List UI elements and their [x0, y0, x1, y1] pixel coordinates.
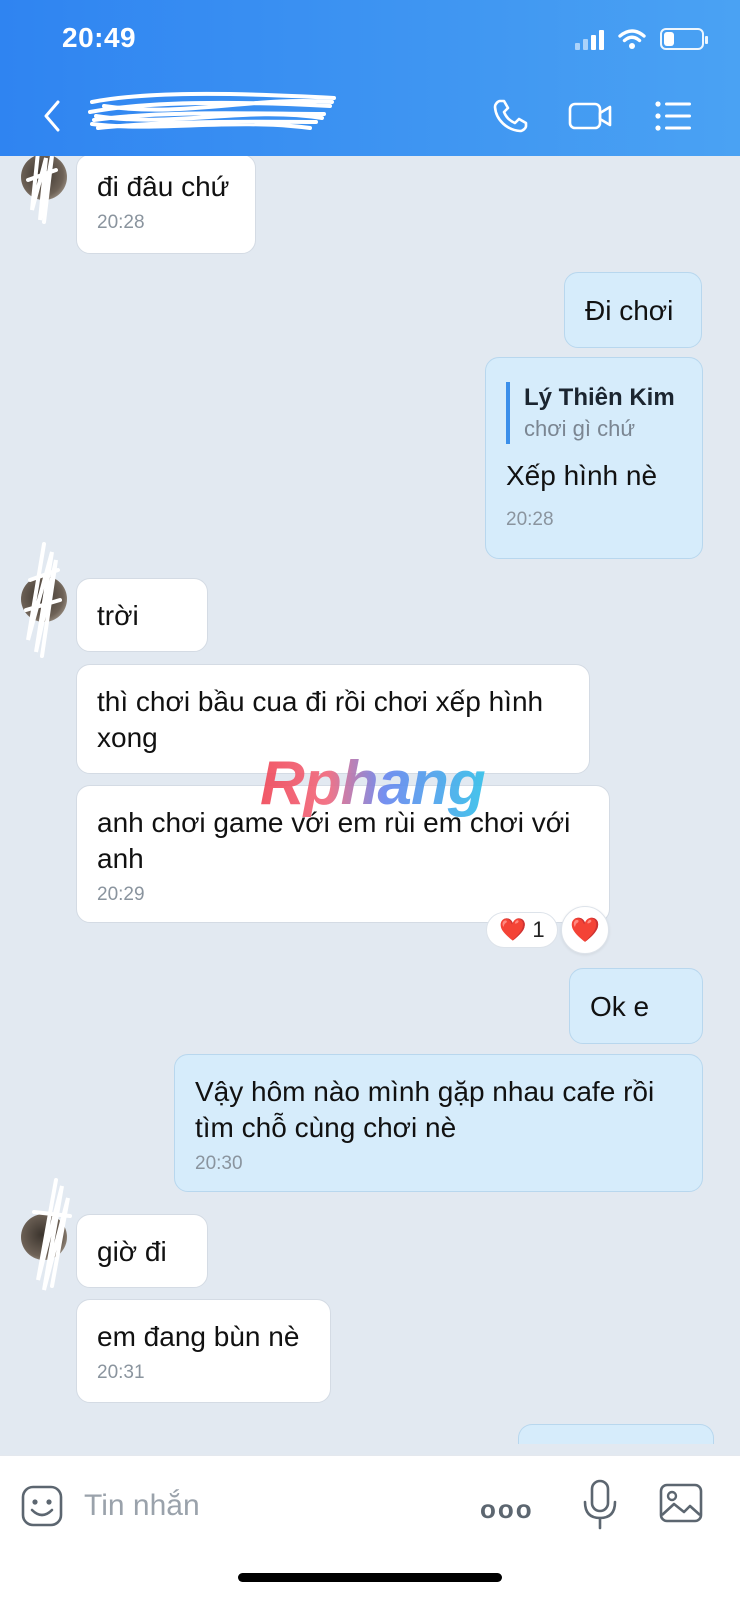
- quoted-text: chơi gì chứ: [524, 416, 636, 441]
- message-text: giờ đi: [97, 1236, 167, 1267]
- quoted-message[interactable]: Lý Thiên Kim chơi gì chứ: [506, 382, 682, 444]
- message-bubble-outgoing[interactable]: Đi chơi: [564, 272, 702, 348]
- menu-list-icon[interactable]: [652, 96, 696, 136]
- back-icon[interactable]: [36, 96, 72, 136]
- video-call-icon[interactable]: [568, 96, 612, 136]
- message-input[interactable]: [84, 1474, 444, 1538]
- image-icon[interactable]: [658, 1482, 704, 1526]
- message-bubble-incoming[interactable]: em đang bùn nè 20:31: [76, 1299, 331, 1403]
- message-time: 20:28: [506, 509, 554, 530]
- message-input-bar: ooo: [0, 1455, 740, 1600]
- react-button[interactable]: ❤️: [561, 906, 609, 954]
- message-text: trời: [97, 600, 139, 631]
- phone-icon[interactable]: [490, 96, 534, 136]
- message-time: 20:28: [97, 212, 145, 233]
- avatar-scribble: [24, 542, 62, 658]
- contact-name-redacted[interactable]: [84, 88, 344, 136]
- message-text: Xếp hình nè: [506, 460, 658, 491]
- status-time: 20:49: [62, 22, 137, 53]
- message-bubble-outgoing-partial[interactable]: [518, 1424, 714, 1444]
- message-text: Đi chơi: [585, 295, 674, 326]
- message-text: em đang bùn nè: [97, 1321, 300, 1352]
- battery-icon: [660, 28, 708, 50]
- watermark-logo: Rphang: [260, 749, 486, 818]
- microphone-icon[interactable]: [578, 1478, 622, 1534]
- message-text: Ok e: [590, 991, 650, 1022]
- message-time: 20:30: [195, 1153, 243, 1174]
- chat-header: 20:49: [0, 0, 740, 156]
- more-icon[interactable]: ooo: [480, 1494, 534, 1525]
- status-icons: [575, 26, 708, 52]
- heart-icon: ❤️: [499, 917, 527, 942]
- message-bubble-incoming[interactable]: giờ đi: [76, 1214, 208, 1288]
- reaction-count[interactable]: ❤️ 1: [486, 912, 558, 948]
- sticker-icon[interactable]: [20, 1484, 64, 1528]
- message-text: Vậy hôm nào mình gặp nhau cafe rồi tìm c…: [195, 1076, 655, 1143]
- message-time: 20:31: [97, 1362, 145, 1383]
- signal-icon: [575, 28, 604, 50]
- message-text: đi đâu chứ: [97, 171, 230, 202]
- message-text: thì chơi bầu cua đi rồi chơi xếp hình xo…: [97, 686, 544, 753]
- message-bubble-outgoing-reply[interactable]: Lý Thiên Kim chơi gì chứ Xếp hình nè 20:…: [485, 357, 703, 559]
- message-time: 20:29: [97, 884, 145, 905]
- wifi-icon: [618, 29, 646, 49]
- message-bubble-outgoing[interactable]: Vậy hôm nào mình gặp nhau cafe rồi tìm c…: [174, 1054, 703, 1192]
- message-bubble-incoming[interactable]: trời: [76, 578, 208, 652]
- heart-icon: ❤️: [570, 916, 600, 944]
- reaction-count-value: 1: [532, 917, 545, 942]
- message-bubble-outgoing[interactable]: Ok e: [569, 968, 703, 1044]
- avatar-scribble: [26, 156, 58, 224]
- avatar-scribble: [32, 1178, 72, 1291]
- message-bubble-incoming[interactable]: đi đâu chứ 20:28: [76, 156, 256, 254]
- quoted-sender: Lý Thiên Kim: [524, 384, 675, 411]
- home-indicator: [238, 1573, 502, 1582]
